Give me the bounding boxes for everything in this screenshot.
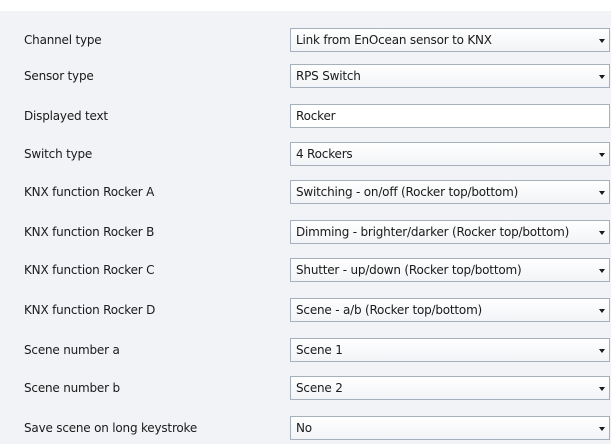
sensor-type-label: Sensor type: [24, 69, 94, 83]
knx-rocker-c-select[interactable]: Shutter - up/down (Rocker top/bottom): [290, 258, 610, 282]
parameter-panel: Channel type Link from EnOcean sensor to…: [0, 11, 611, 444]
chevron-down-icon: [599, 231, 605, 235]
param-row-displayed-text: Displayed text Rocker: [0, 104, 611, 128]
param-row-sensor-type: Sensor type RPS Switch: [0, 64, 611, 88]
scene-number-a-value: Scene 1: [296, 343, 343, 357]
knx-rocker-d-label: KNX function Rocker D: [24, 303, 156, 317]
knx-rocker-d-select[interactable]: Scene - a/b (Rocker top/bottom): [290, 298, 610, 322]
knx-rocker-a-label: KNX function Rocker A: [24, 185, 155, 199]
param-row-knx-rocker-b: KNX function Rocker B Dimming - brighter…: [0, 220, 611, 244]
save-scene-select[interactable]: No: [290, 416, 610, 440]
switch-type-value: 4 Rockers: [296, 147, 353, 161]
displayed-text-input[interactable]: Rocker: [290, 104, 610, 128]
save-scene-label: Save scene on long keystroke: [24, 421, 198, 435]
displayed-text-label: Displayed text: [24, 109, 108, 123]
scene-number-a-select[interactable]: Scene 1: [290, 338, 610, 362]
knx-rocker-b-value: Dimming - brighter/darker (Rocker top/bo…: [296, 225, 570, 239]
knx-rocker-b-label: KNX function Rocker B: [24, 225, 155, 239]
param-row-scene-number-a: Scene number a Scene 1: [0, 338, 611, 362]
knx-rocker-d-value: Scene - a/b (Rocker top/bottom): [296, 303, 483, 317]
switch-type-select[interactable]: 4 Rockers: [290, 142, 610, 166]
param-row-knx-rocker-d: KNX function Rocker D Scene - a/b (Rocke…: [0, 298, 611, 322]
chevron-down-icon: [599, 427, 605, 431]
param-row-switch-type: Switch type 4 Rockers: [0, 142, 611, 166]
save-scene-value: No: [296, 421, 312, 435]
switch-type-label: Switch type: [24, 147, 93, 161]
chevron-down-icon: [599, 309, 605, 313]
chevron-down-icon: [599, 387, 605, 391]
scene-number-a-label: Scene number a: [24, 343, 120, 357]
channel-type-value: Link from EnOcean sensor to KNX: [296, 33, 492, 47]
knx-rocker-a-value: Switching - on/off (Rocker top/bottom): [296, 185, 519, 199]
knx-rocker-c-label: KNX function Rocker C: [24, 263, 155, 277]
param-row-save-scene: Save scene on long keystroke No: [0, 416, 611, 440]
knx-rocker-b-select[interactable]: Dimming - brighter/darker (Rocker top/bo…: [290, 220, 610, 244]
chevron-down-icon: [599, 153, 605, 157]
param-row-scene-number-b: Scene number b Scene 2: [0, 376, 611, 400]
displayed-text-value: Rocker: [296, 109, 336, 123]
sensor-type-select[interactable]: RPS Switch: [290, 64, 610, 88]
param-row-knx-rocker-a: KNX function Rocker A Switching - on/off…: [0, 180, 611, 204]
sensor-type-value: RPS Switch: [296, 69, 361, 83]
param-row-knx-rocker-c: KNX function Rocker C Shutter - up/down …: [0, 258, 611, 282]
chevron-down-icon: [599, 349, 605, 353]
chevron-down-icon: [599, 191, 605, 195]
channel-type-label: Channel type: [24, 33, 102, 47]
chevron-down-icon: [599, 39, 605, 43]
param-row-channel-type: Channel type Link from EnOcean sensor to…: [0, 28, 611, 52]
channel-type-select[interactable]: Link from EnOcean sensor to KNX: [290, 28, 610, 52]
scene-number-b-label: Scene number b: [24, 381, 120, 395]
knx-rocker-c-value: Shutter - up/down (Rocker top/bottom): [296, 263, 522, 277]
chevron-down-icon: [599, 75, 605, 79]
scene-number-b-select[interactable]: Scene 2: [290, 376, 610, 400]
knx-rocker-a-select[interactable]: Switching - on/off (Rocker top/bottom): [290, 180, 610, 204]
chevron-down-icon: [599, 269, 605, 273]
scene-number-b-value: Scene 2: [296, 381, 343, 395]
